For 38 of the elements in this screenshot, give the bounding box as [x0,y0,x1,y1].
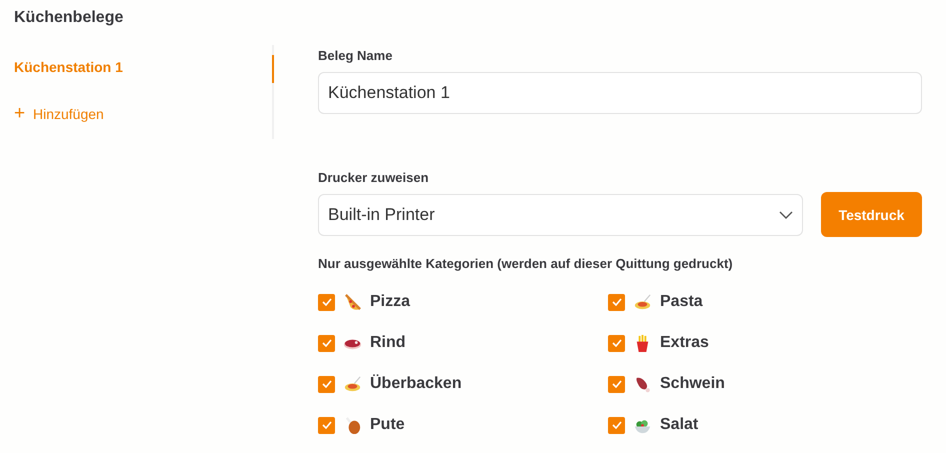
checkmark-icon [612,298,622,306]
category-label: Extras [660,334,709,352]
checkbox[interactable] [608,376,625,392]
checkmark-icon [612,380,622,388]
category-label: Pizza [370,293,410,311]
checkbox[interactable] [608,416,625,434]
category-label: Salat [660,416,698,434]
checkbox[interactable] [608,294,625,310]
pasta-bowl-icon [633,292,652,312]
checkbox[interactable] [318,416,335,434]
section-label: Nur ausgewählte Kategorien (werden auf dieser Quittung gedruckt) [318,256,734,271]
checkbox[interactable] [318,294,335,310]
category-label: Pasta [660,293,703,311]
name-input-field[interactable]: Küchenstation 1 [318,72,922,114]
printer-dropdown[interactable]: Built-in Printer [318,194,803,236]
pasta-bowl-icon [343,374,362,394]
checkmark-icon [322,380,332,388]
checkbox[interactable] [608,334,625,352]
sidebar-title: Küchenbelege [13,8,124,28]
category-label: Rind [370,334,406,352]
checkmark-icon [322,339,332,347]
checkmark-icon [612,421,622,429]
category-label: Überbacken [370,375,462,393]
checkbox[interactable] [318,376,335,392]
field-label: Beleg Name [318,48,394,63]
checkmark-icon [322,421,332,429]
sidebar-item[interactable]: Küchenstation 1 [0,55,274,83]
category-label: Schwein [660,375,725,393]
field-label: Drucker zuweisen [318,170,430,185]
test-print-button[interactable]: Testdruck [821,192,922,237]
checkbox[interactable] [318,334,335,352]
checkmark-icon [322,298,332,306]
add-link[interactable]: + Hinzufügen [0,83,272,125]
drumstick-icon [343,416,362,434]
checkmark-icon [612,339,622,347]
category-label: Pute [370,416,405,434]
pizza-slice-icon [343,292,362,312]
chevron-down-icon [779,211,793,219]
